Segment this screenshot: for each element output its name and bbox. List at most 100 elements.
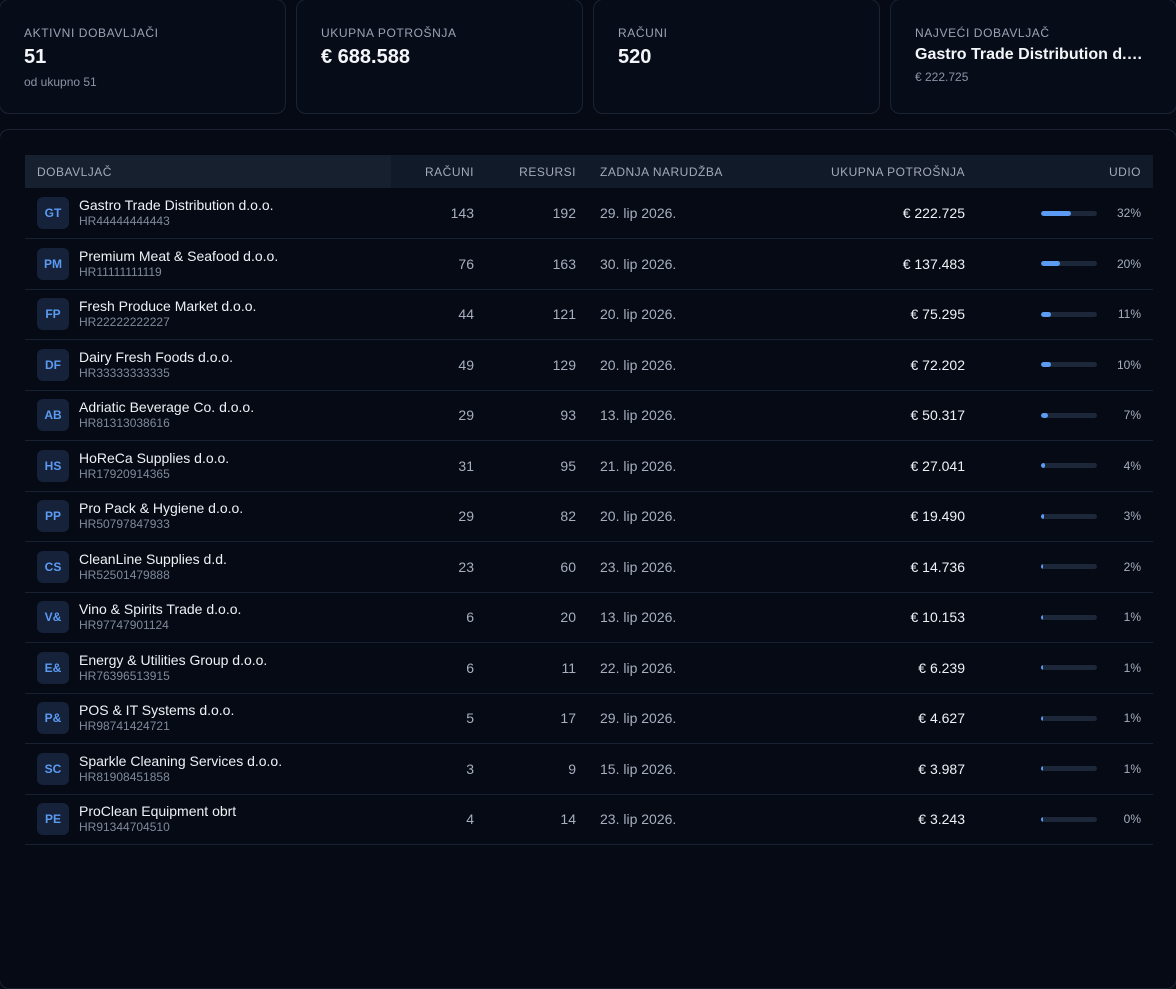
supplier-name[interactable]: Gastro Trade Distribution d.o.o. — [79, 197, 274, 214]
supplier-vat: HR98741424721 — [79, 719, 170, 734]
header-share[interactable]: UDIO — [977, 155, 1153, 188]
total-spend-cell: € 50.317 — [910, 407, 966, 424]
resources-cell: 14 — [560, 811, 576, 828]
last-order-cell: 13. lip 2026. — [600, 407, 677, 424]
supplier-info: PP Pro Pack & Hygiene d.o.o. HR50797847933 — [37, 500, 379, 533]
share-bar-fill — [1041, 311, 1052, 317]
supplier-info: DF Dairy Fresh Foods d.o.o. HR33333333335 — [37, 348, 379, 381]
supplier-name[interactable]: POS & IT Systems d.o.o. — [79, 702, 234, 719]
resources-cell: 121 — [552, 306, 576, 323]
resources-cell: 20 — [560, 609, 576, 626]
table-row[interactable]: GT Gastro Trade Distribution d.o.o. HR4444… — [25, 188, 1153, 239]
supplier-text: Fresh Produce Market d.o.o. HR22222222227 — [79, 298, 256, 330]
table-row[interactable]: AB Adriatic Beverage Co. d.o.o. HR81313038… — [25, 390, 1153, 441]
share-bar-fill — [1041, 614, 1044, 620]
supplier-name[interactable]: CleanLine Supplies d.d. — [79, 551, 227, 568]
supplier-avatar: SC — [37, 752, 69, 785]
resources-cell: 11 — [561, 659, 576, 676]
total-spend-cell: € 137.483 — [902, 255, 965, 272]
table-row[interactable]: PM Premium Meat & Seafood d.o.o. HR1111111… — [25, 239, 1153, 289]
table-row[interactable]: PE ProClean Equipment obrt HR91344704510 4 1… — [25, 794, 1153, 845]
supplier-avatar: PE — [37, 803, 69, 836]
header-invoices[interactable]: RAČUNI — [391, 155, 486, 188]
stat-value: 520 — [618, 46, 652, 68]
supplier-name[interactable]: Vino & Spirits Trade d.o.o. — [79, 601, 241, 618]
share-wrap: 7% — [989, 408, 1141, 422]
share-bar-fill — [1041, 816, 1043, 822]
table-row[interactable]: P& POS & IT Systems d.o.o. HR98741424721 5 1… — [25, 693, 1153, 744]
share-bar-fill — [1041, 564, 1044, 570]
supplier-name[interactable]: Adriatic Beverage Co. d.o.o. — [79, 399, 254, 416]
supplier-info: PE ProClean Equipment obrt HR91344704510 — [37, 803, 379, 836]
share-bar — [1041, 816, 1097, 822]
invoices-cell: 23 — [458, 558, 474, 575]
table-row[interactable]: E& Energy & Utilities Group d.o.o. HR76396… — [25, 643, 1153, 694]
supplier-avatar: DF — [37, 348, 69, 381]
share-cell: 7% — [977, 390, 1153, 441]
supplier-name[interactable]: Dairy Fresh Foods d.o.o. — [79, 349, 233, 366]
share-cell: 0% — [977, 794, 1153, 845]
share-percent: 4% — [1123, 458, 1141, 473]
header-last-order[interactable]: ZADNJA NARUDŽBA — [588, 155, 760, 188]
share-cell: 1% — [977, 693, 1153, 744]
supplier-avatar: V& — [37, 601, 69, 634]
supplier-vat: HR44444444443 — [79, 214, 170, 228]
supplier-name[interactable]: Sparkle Cleaning Services d.o.o. — [79, 753, 282, 770]
share-bar-fill — [1041, 665, 1043, 671]
resources-cell: 192 — [552, 205, 576, 221]
stat-card-active-suppliers: AKTIVNI DOBAVLJAČI 51 od ukupno 51 — [0, 0, 286, 114]
supplier-avatar: CS — [37, 550, 69, 583]
table-row[interactable]: HS HoReCa Supplies d.o.o. HR17920914365 31 9… — [25, 441, 1153, 492]
supplier-name[interactable]: Fresh Produce Market d.o.o. — [79, 298, 256, 315]
supplier-cell: V& Vino & Spirits Trade d.o.o. HR977479011… — [25, 592, 391, 643]
last-order-cell: 13. lip 2026. — [600, 609, 677, 626]
invoices-cell: 76 — [458, 255, 474, 272]
last-order-cell: 15. lip 2026. — [600, 760, 677, 777]
supplier-name[interactable]: HoReCa Supplies d.o.o. — [79, 450, 229, 467]
supplier-vat: HR17920914365 — [79, 466, 170, 481]
invoices-cell: 49 — [458, 356, 474, 373]
table-row[interactable]: FP Fresh Produce Market d.o.o. HR222222222… — [25, 289, 1153, 340]
supplier-info: V& Vino & Spirits Trade d.o.o. HR977479011… — [37, 601, 379, 634]
share-cell: 10% — [977, 340, 1153, 391]
stat-sub: € 222.725 — [915, 70, 969, 84]
header-total-spend[interactable]: UKUPNA POTROŠNJA — [760, 155, 977, 188]
supplier-cell: E& Energy & Utilities Group d.o.o. HR76396… — [25, 643, 391, 694]
supplier-vat: HR97747901124 — [79, 618, 169, 633]
last-order-cell: 20. lip 2026. — [600, 508, 677, 525]
total-spend-cell: € 4.627 — [918, 710, 965, 727]
share-wrap: 3% — [989, 509, 1141, 523]
share-wrap: 32% — [989, 206, 1141, 220]
header-supplier[interactable]: DOBAVLJAČ — [25, 155, 391, 188]
supplier-text: POS & IT Systems d.o.o. HR98741424721 — [79, 702, 234, 734]
supplier-vat: HR91344704510 — [79, 820, 170, 835]
supplier-name[interactable]: Energy & Utilities Group d.o.o. — [79, 652, 267, 669]
share-percent: 3% — [1123, 509, 1141, 524]
table-row[interactable]: SC Sparkle Cleaning Services d.o.o. HR8190… — [25, 744, 1153, 795]
supplier-cell: SC Sparkle Cleaning Services d.o.o. HR8190… — [25, 744, 391, 795]
table-row[interactable]: CS CleanLine Supplies d.d. HR52501479888 23… — [25, 542, 1153, 592]
supplier-vat: HR81313038616 — [79, 416, 170, 431]
supplier-name[interactable]: Pro Pack & Hygiene d.o.o. — [79, 500, 243, 517]
supplier-info: FP Fresh Produce Market d.o.o. HR222222222… — [37, 298, 379, 331]
total-spend-cell: € 27.041 — [910, 457, 966, 474]
suppliers-panel: DOBAVLJAČ RAČUNI RESURSI ZADNJA NARUDŽBA… — [0, 129, 1176, 989]
supplier-name[interactable]: Premium Meat & Seafood d.o.o. — [79, 248, 278, 265]
total-spend-cell: € 19.490 — [910, 508, 966, 525]
table-row[interactable]: V& Vino & Spirits Trade d.o.o. HR977479011… — [25, 592, 1153, 643]
table-row[interactable]: PP Pro Pack & Hygiene d.o.o. HR50797847933… — [25, 491, 1153, 542]
resources-cell: 60 — [560, 558, 576, 575]
share-bar — [1041, 665, 1097, 671]
supplier-avatar: PM — [37, 247, 69, 280]
share-bar — [1041, 412, 1097, 418]
supplier-name[interactable]: ProClean Equipment obrt — [79, 803, 236, 820]
stat-card-invoices: RAČUNI 520 — [593, 0, 880, 114]
supplier-cell: AB Adriatic Beverage Co. d.o.o. HR81313038… — [25, 390, 391, 441]
share-percent: 1% — [1123, 610, 1141, 625]
share-bar-fill — [1041, 362, 1051, 368]
header-resources[interactable]: RESURSI — [486, 155, 588, 188]
share-cell: 4% — [977, 441, 1153, 492]
stat-value: 51 — [24, 46, 47, 68]
resources-cell: 163 — [552, 255, 576, 272]
table-row[interactable]: DF Dairy Fresh Foods d.o.o. HR33333333335 4… — [25, 340, 1153, 391]
